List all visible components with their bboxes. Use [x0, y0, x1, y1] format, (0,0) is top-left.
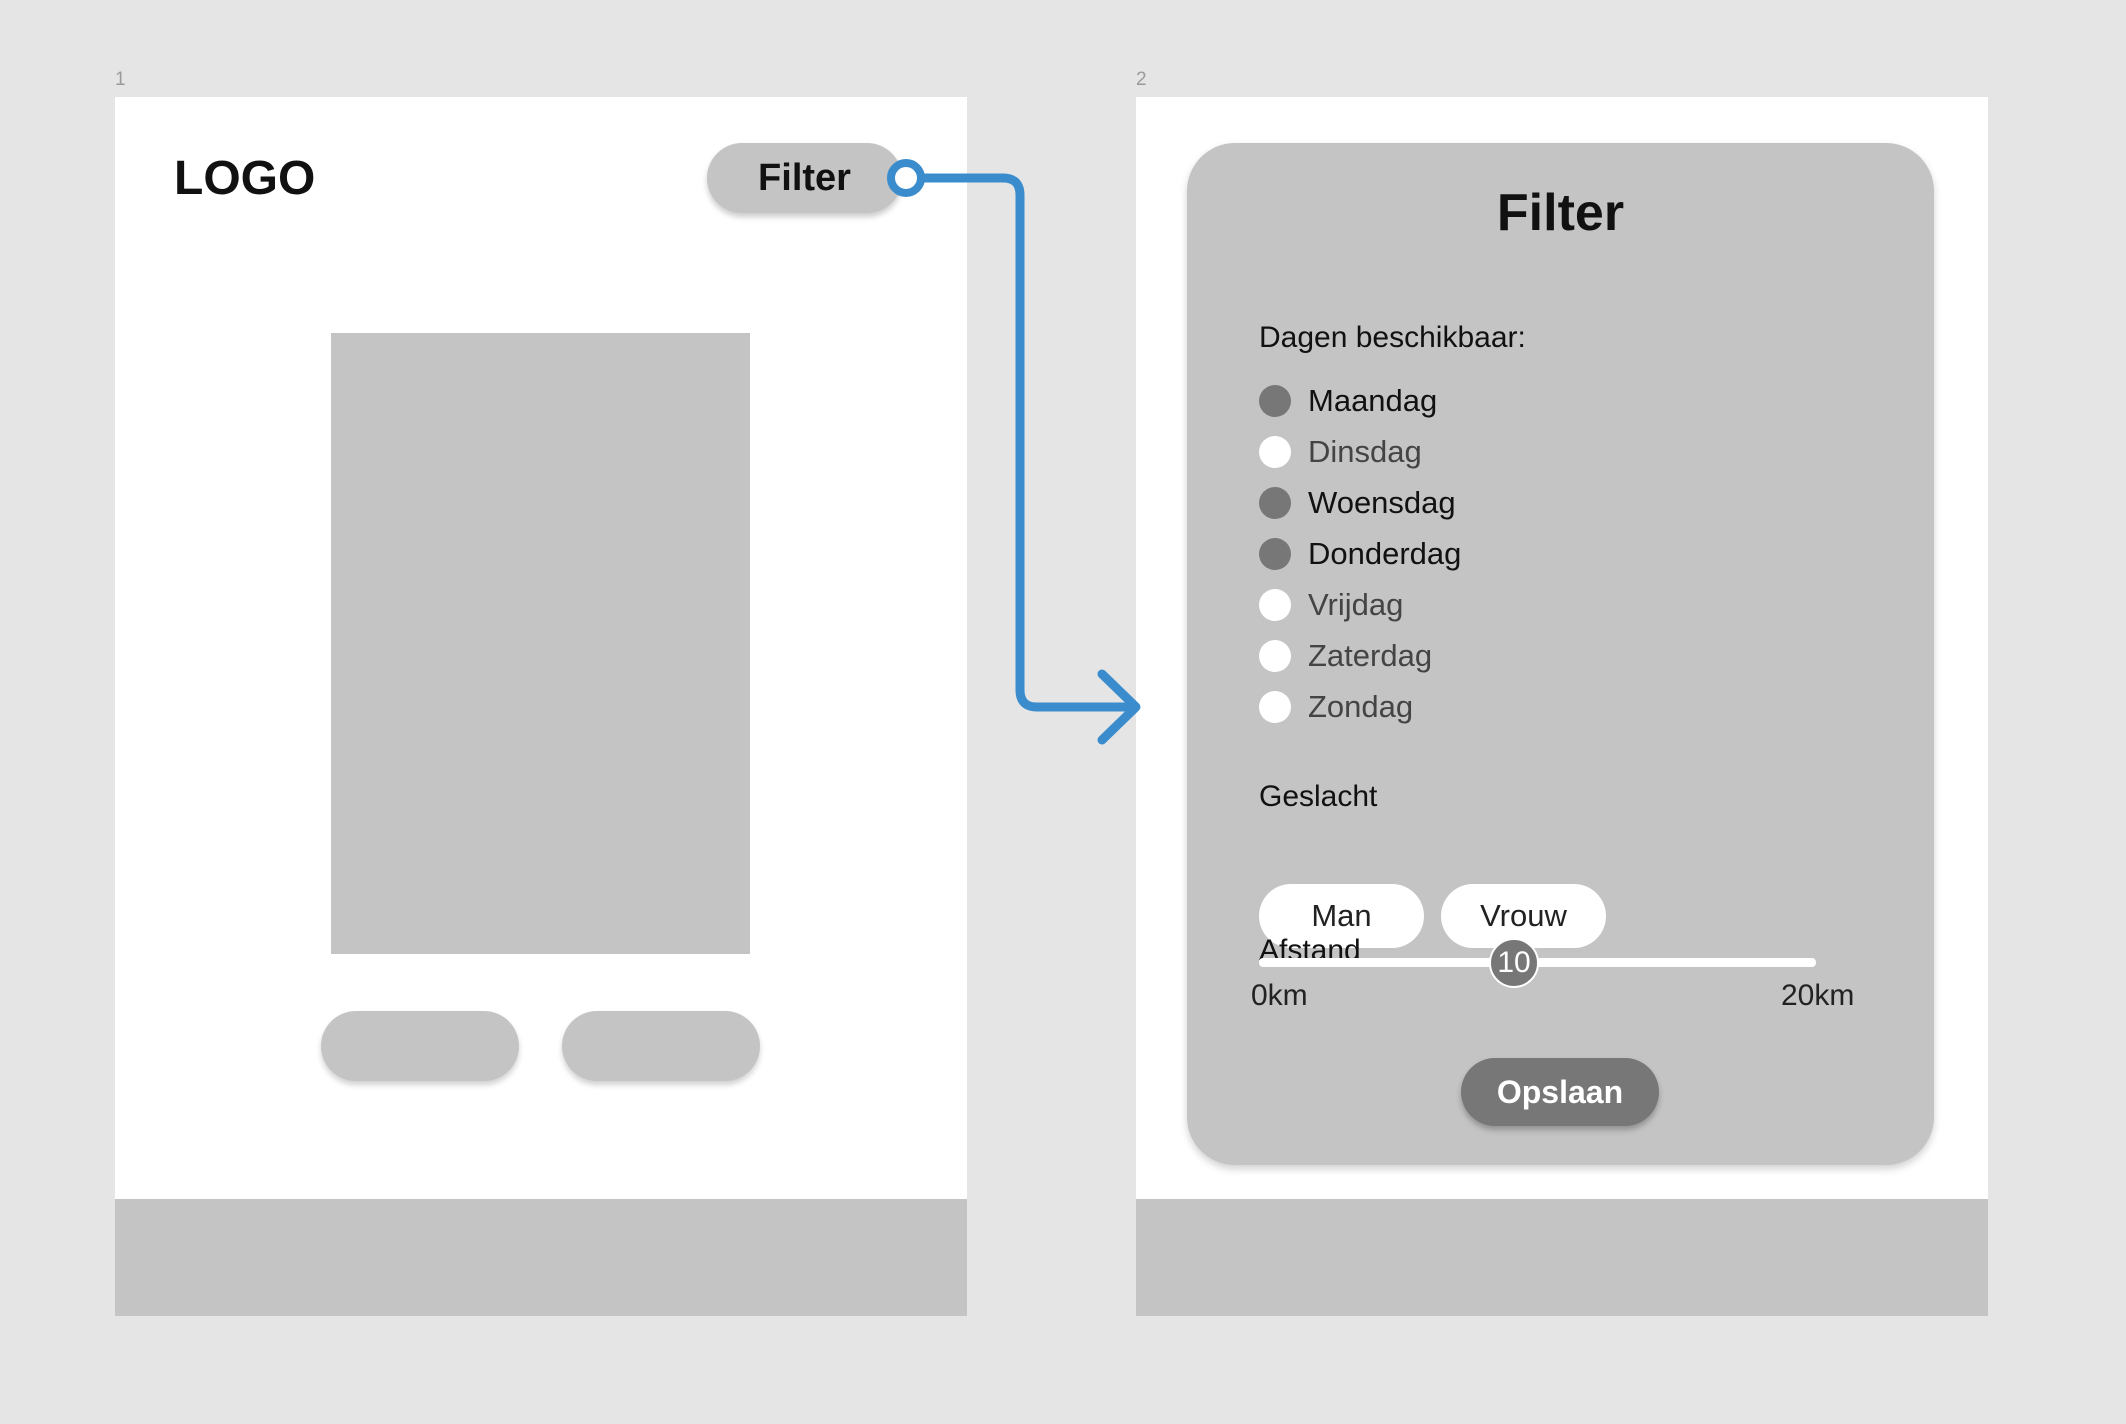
radio-icon[interactable]	[1259, 589, 1291, 621]
filter-button[interactable]: Filter	[707, 143, 902, 213]
day-option-maandag[interactable]: Maandag	[1259, 383, 1437, 419]
day-label: Dinsdag	[1308, 434, 1422, 469]
radio-icon[interactable]	[1259, 385, 1291, 417]
save-button[interactable]: Opslaan	[1461, 1058, 1659, 1126]
action-button-left[interactable]	[321, 1011, 519, 1081]
radio-icon[interactable]	[1259, 538, 1291, 570]
footer-bar	[1136, 1199, 1988, 1316]
day-option-donderdag[interactable]: Donderdag	[1259, 536, 1461, 572]
day-option-vrijdag[interactable]: Vrijdag	[1259, 587, 1403, 623]
day-label: Donderdag	[1308, 536, 1462, 571]
image-placeholder	[331, 333, 750, 954]
frame-number: 1	[115, 69, 126, 90]
days-label: Dagen beschikbaar:	[1259, 321, 1526, 354]
frame-number: 2	[1136, 69, 1147, 90]
panel-title: Filter	[1496, 184, 1625, 242]
day-label: Vrijdag	[1308, 587, 1404, 622]
logo: LOGO	[174, 152, 316, 205]
day-label: Zaterdag	[1308, 638, 1433, 673]
radio-icon[interactable]	[1259, 487, 1291, 519]
frame-home: LOGO Filter	[115, 97, 967, 1316]
footer-bar	[115, 1199, 967, 1316]
distance-slider-thumb[interactable]: 10	[1489, 938, 1539, 988]
day-label: Zondag	[1308, 689, 1414, 724]
gender-label: Geslacht	[1259, 780, 1378, 813]
day-label: Woensdag	[1308, 485, 1456, 520]
day-option-woensdag[interactable]: Woensdag	[1259, 485, 1456, 521]
day-option-zondag[interactable]: Zondag	[1259, 689, 1413, 725]
distance-min-label: 0km	[1251, 979, 1308, 1012]
frame-filter: Filter Dagen beschikbaar: Maandag Dinsda…	[1136, 97, 1988, 1316]
day-label: Maandag	[1308, 383, 1438, 418]
radio-icon[interactable]	[1259, 436, 1291, 468]
filter-panel: Filter Dagen beschikbaar: Maandag Dinsda…	[1187, 143, 1934, 1165]
action-button-right[interactable]	[562, 1011, 760, 1081]
radio-icon[interactable]	[1259, 691, 1291, 723]
distance-max-label: 20km	[1781, 979, 1855, 1012]
radio-icon[interactable]	[1259, 640, 1291, 672]
gender-vrouw-button[interactable]: Vrouw	[1441, 884, 1606, 948]
day-option-dinsdag[interactable]: Dinsdag	[1259, 434, 1422, 470]
day-option-zaterdag[interactable]: Zaterdag	[1259, 638, 1432, 674]
